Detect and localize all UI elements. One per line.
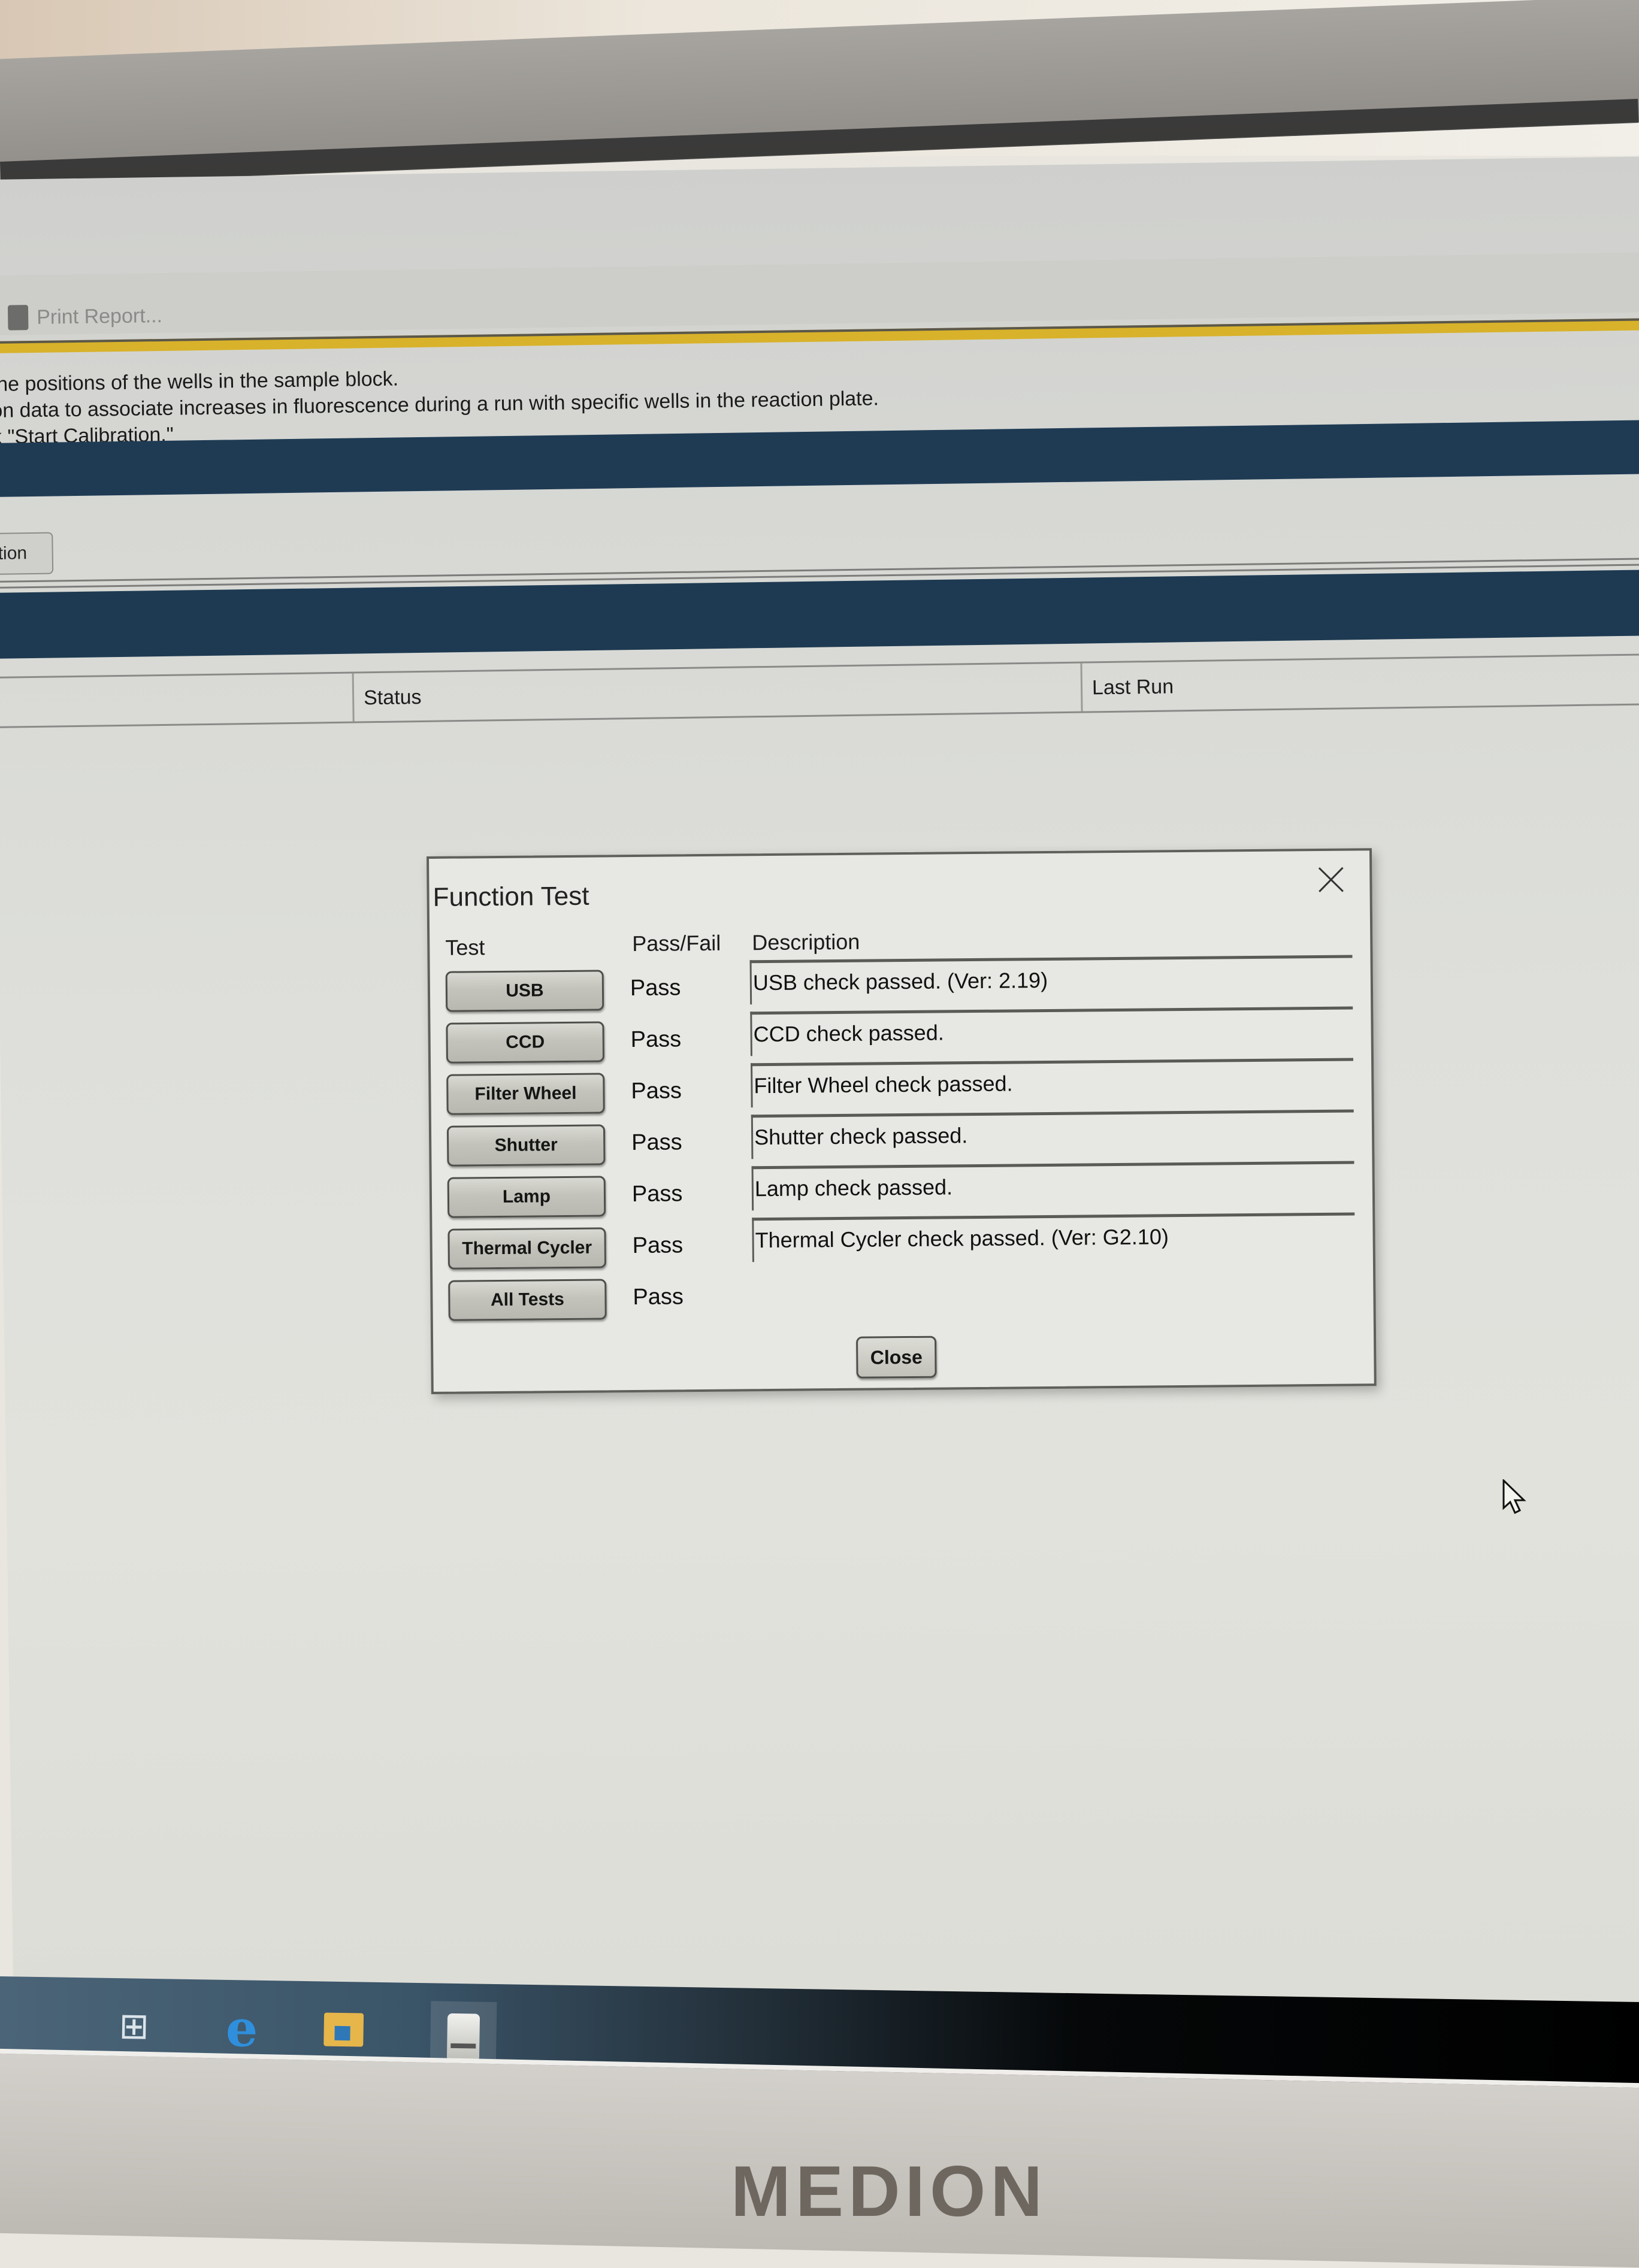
table-header: Status Last Run: [0, 653, 1639, 728]
result-status: Pass: [631, 1181, 683, 1207]
header-pass-fail: Pass/Fail: [632, 930, 721, 956]
result-status: Pass: [630, 1026, 682, 1053]
column-header-status[interactable]: Status: [352, 663, 1081, 722]
function-test-dialog: Function Test Test Pass/Fail Description…: [427, 848, 1377, 1394]
result-status: Pass: [631, 1130, 682, 1156]
file-explorer-icon[interactable]: [322, 2005, 365, 2054]
result-status: Pass: [631, 1078, 682, 1104]
task-view-icon[interactable]: ⊞: [113, 2002, 155, 2051]
test-row: All Tests Pass: [448, 1273, 1353, 1332]
print-report-label: Print Report...: [36, 304, 163, 329]
print-report-button[interactable]: Print Report...: [7, 303, 163, 331]
test-row: Thermal Cycler Pass Thermal Cycler check…: [447, 1212, 1355, 1280]
printer-icon: [7, 305, 29, 331]
header-description: Description: [752, 929, 860, 955]
header-test: Test: [445, 935, 485, 960]
start-calibration-button[interactable]: tion: [0, 532, 54, 576]
description-field: CCD check passed.: [750, 1006, 1353, 1056]
monitor-brand-logo: MEDION: [731, 2151, 1047, 2231]
usb-test-button[interactable]: USB: [445, 970, 604, 1012]
thermal-cycler-test-button[interactable]: Thermal Cycler: [447, 1227, 607, 1270]
lamp-test-button[interactable]: Lamp: [447, 1176, 606, 1218]
description-field: Thermal Cycler check passed. (Ver: G2.10…: [752, 1212, 1355, 1262]
description-field: Shutter check passed.: [751, 1109, 1354, 1159]
dialog-title: Function Test: [433, 881, 589, 912]
result-status: Pass: [630, 975, 681, 1001]
column-header[interactable]: [0, 674, 353, 726]
filter-wheel-test-button[interactable]: Filter Wheel: [446, 1073, 605, 1115]
result-status: Pass: [632, 1233, 684, 1259]
all-tests-button[interactable]: All Tests: [448, 1279, 607, 1321]
result-status: Pass: [633, 1284, 684, 1310]
close-button[interactable]: Close: [856, 1336, 937, 1379]
description-field: Filter Wheel check passed.: [751, 1058, 1354, 1108]
ccd-test-button[interactable]: CCD: [446, 1021, 605, 1064]
description-field: Lamp check passed.: [751, 1161, 1355, 1211]
column-header-last-run[interactable]: Last Run: [1080, 655, 1639, 711]
shutter-test-button[interactable]: Shutter: [446, 1124, 606, 1167]
description-field: USB check passed. (Ver: 2.19): [749, 955, 1353, 1005]
edge-icon[interactable]: e: [220, 1998, 263, 2058]
close-icon[interactable]: [1316, 863, 1345, 893]
